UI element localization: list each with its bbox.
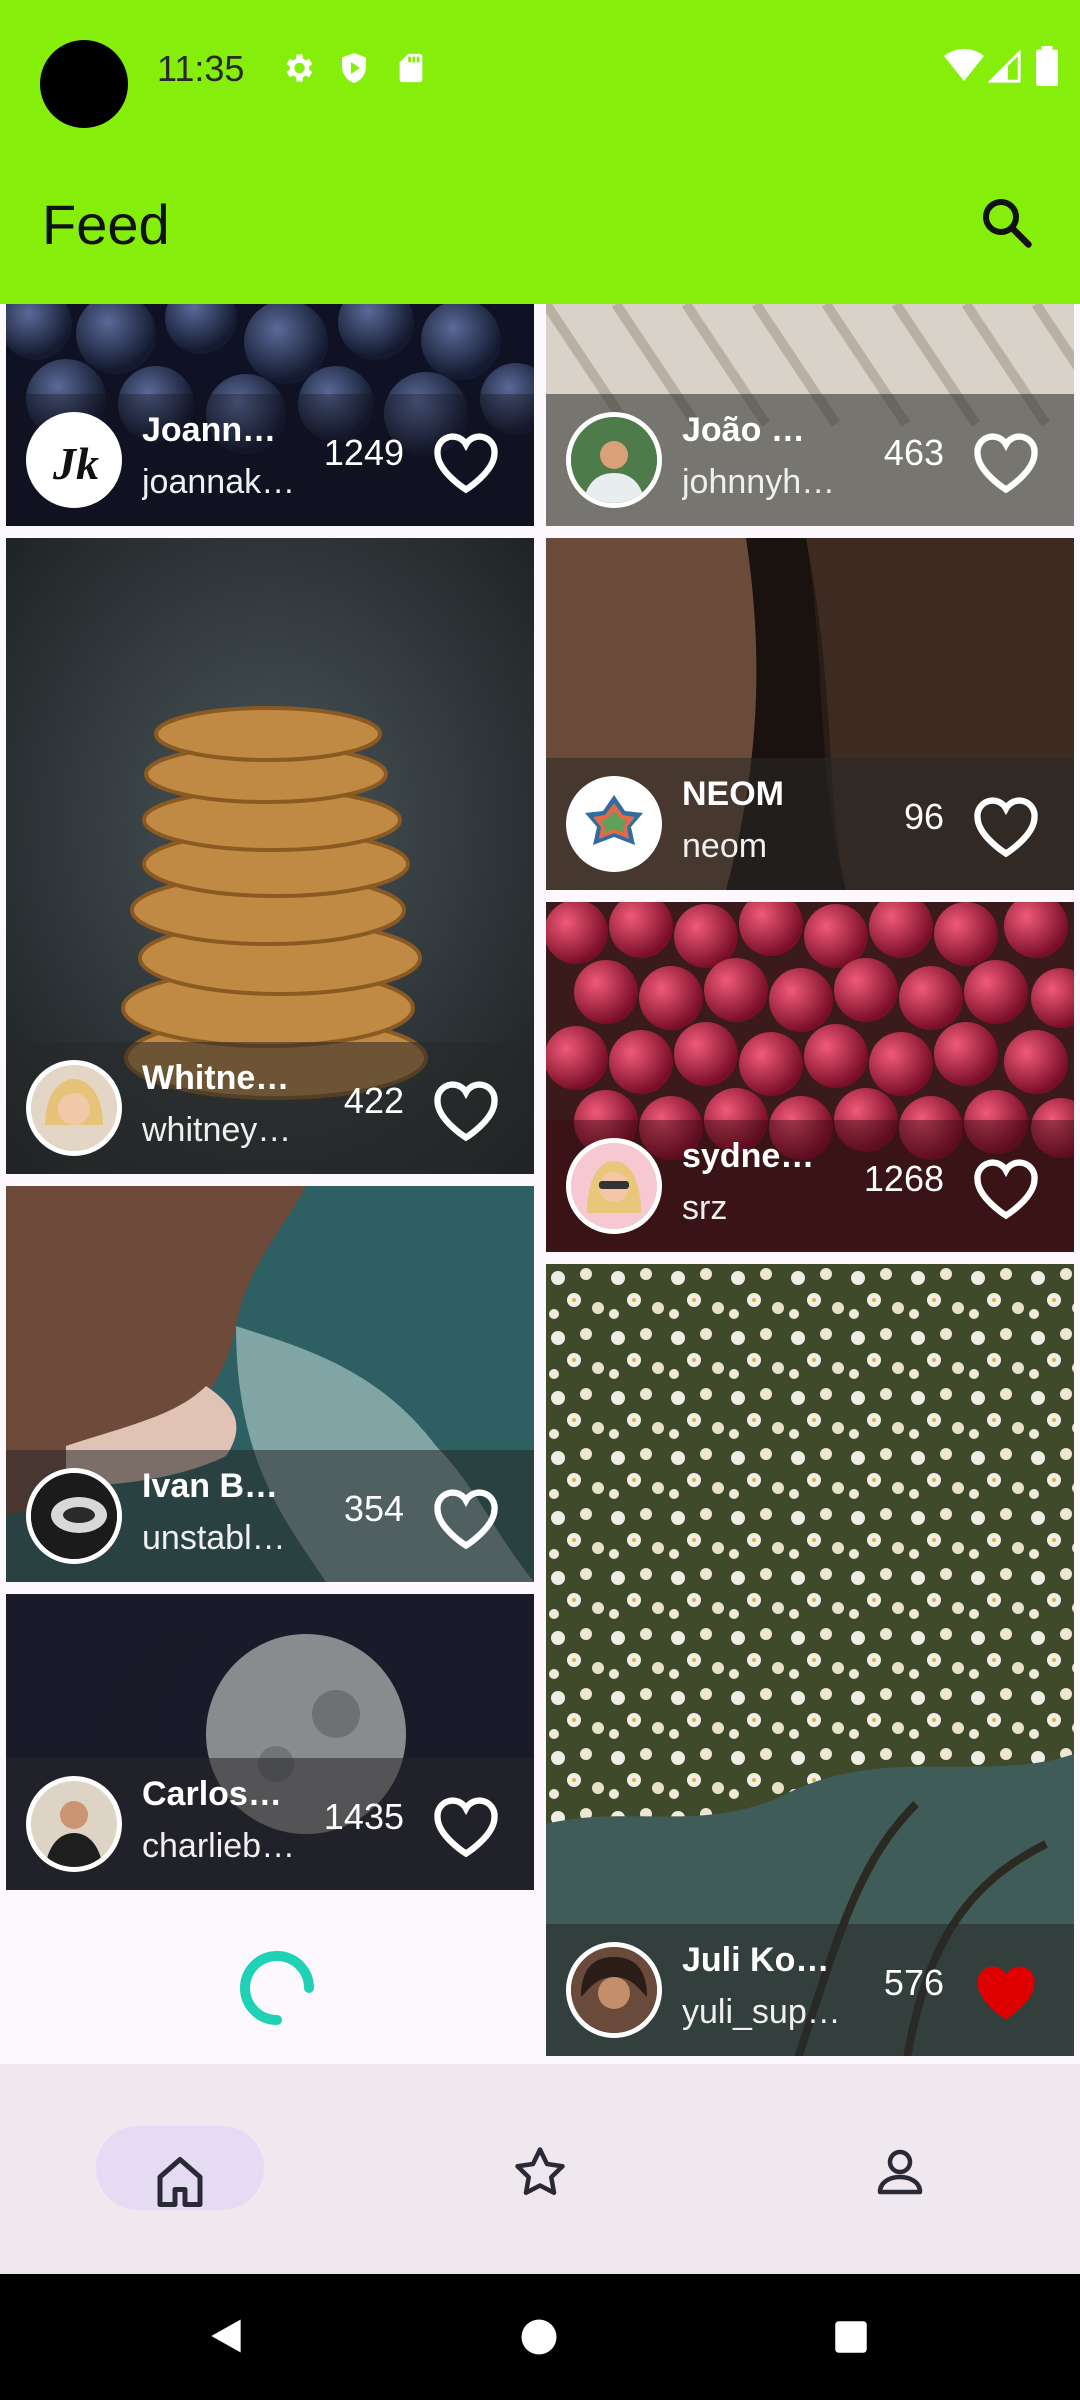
author-name: Juli Kos… (682, 1941, 832, 1979)
top-app-bar: Feed (0, 140, 1080, 304)
like-count: 422 (343, 1080, 404, 1121)
like-count: 1268 (863, 1158, 944, 1199)
bottom-navigation (0, 2064, 1080, 2274)
post-card[interactable]: Juli Kos… yuli_supe… 576 (546, 1264, 1074, 2056)
avatar[interactable] (566, 412, 662, 508)
post-card[interactable]: Whitne… whitney_… 422 (6, 538, 534, 1174)
shield-icon (342, 53, 366, 83)
system-navigation-bar (0, 2274, 1080, 2400)
author-handle: unstable_… (142, 1519, 302, 1557)
like-count: 576 (883, 1962, 944, 2003)
author-handle: whitney_… (142, 1111, 302, 1149)
heart-outline-icon[interactable] (968, 1152, 1044, 1222)
nav-item-profile[interactable] (850, 2124, 950, 2224)
author-name: Ivan Ba… (142, 1467, 292, 1505)
avatar[interactable] (26, 1468, 122, 1564)
heart-outline-icon[interactable] (968, 790, 1044, 860)
heart-outline-icon[interactable] (428, 426, 504, 496)
loading-spinner (240, 1951, 314, 2025)
heart-outline-icon[interactable] (428, 1482, 504, 1552)
author-handle: yuli_supe… (682, 1993, 842, 2031)
back-icon[interactable] (204, 2314, 248, 2358)
sd-card-icon (399, 53, 423, 83)
status-bar: 11:35 (0, 0, 1080, 140)
author-name: Joann… (142, 411, 277, 449)
author-name: Carlos… (142, 1775, 282, 1813)
heart-outline-icon[interactable] (428, 1790, 504, 1860)
like-count: 354 (343, 1488, 404, 1529)
author-name: sydne… (682, 1137, 815, 1175)
nav-item-favorites[interactable] (490, 2124, 590, 2224)
post-card[interactable]: sydne… srz 1268 (546, 902, 1074, 1252)
svg-text:Jk: Jk (52, 438, 99, 489)
search-button[interactable] (976, 192, 1036, 252)
search-icon (983, 199, 1032, 248)
home-circle-icon[interactable] (518, 2316, 560, 2358)
like-count: 463 (883, 432, 944, 473)
heart-outline-icon[interactable] (968, 426, 1044, 496)
camera-cutout (40, 40, 128, 128)
like-count: 96 (903, 796, 944, 837)
author-handle: srz (682, 1189, 728, 1227)
author-name: Whitne… (142, 1059, 290, 1097)
like-count: 1435 (323, 1796, 404, 1837)
heart-filled-icon[interactable] (968, 1956, 1044, 2026)
person-icon (877, 2149, 923, 2195)
recents-icon[interactable] (830, 2316, 872, 2358)
avatar[interactable] (566, 1942, 662, 2038)
avatar[interactable] (26, 1776, 122, 1872)
home-icon (157, 2157, 203, 2207)
gear-icon (286, 54, 313, 82)
post-card[interactable]: Carlos… charlieb… 1435 (6, 1594, 534, 1890)
post-card[interactable]: João M… johnnyha… 463 (546, 304, 1074, 526)
author-handle: johnnyha… (682, 463, 842, 501)
avatar[interactable] (566, 1138, 662, 1234)
page-title: Feed (42, 193, 170, 256)
author-handle: neom (682, 827, 768, 865)
post-card[interactable]: Jk Joann… joannak… 1249 (6, 304, 534, 526)
star-icon (515, 2147, 565, 2195)
author-handle: charlieb… (142, 1827, 296, 1865)
post-card[interactable]: NEOM neom 96 (546, 538, 1074, 890)
wifi-icon (944, 48, 984, 81)
like-count: 1249 (323, 432, 404, 473)
avatar[interactable] (566, 776, 662, 872)
author-handle: joannak… (142, 463, 296, 501)
signal-icon (988, 50, 1021, 83)
avatar[interactable] (26, 1060, 122, 1156)
author-name: João M… (682, 411, 832, 449)
battery-icon (1036, 46, 1058, 86)
author-name: NEOM (682, 775, 784, 813)
status-time: 11:35 (157, 48, 245, 89)
heart-outline-icon[interactable] (428, 1074, 504, 1144)
avatar[interactable]: Jk (26, 412, 122, 508)
post-card[interactable]: Ivan Ba… unstable_… 354 (6, 1186, 534, 1582)
